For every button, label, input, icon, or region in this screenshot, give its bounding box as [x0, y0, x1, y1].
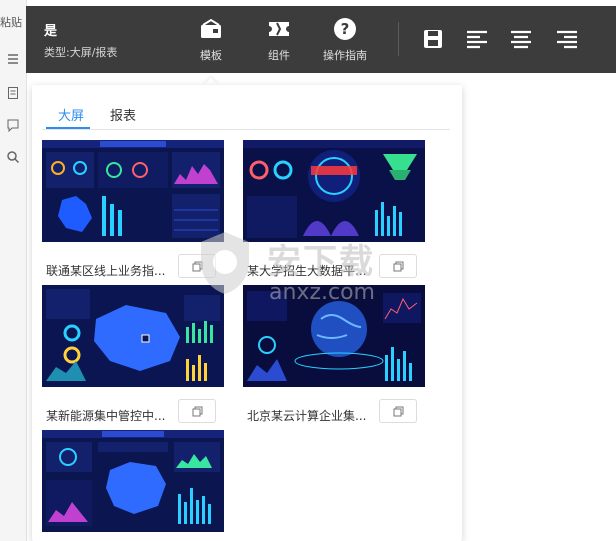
guide-button-label: 操作指南 [323, 49, 367, 62]
copy-icon [393, 261, 404, 272]
template-card[interactable]: 某大学招生大数据平... [243, 140, 425, 278]
align-left-icon[interactable] [466, 28, 488, 50]
component-icon [269, 22, 289, 36]
copy-button[interactable] [379, 399, 417, 423]
copy-icon [192, 261, 203, 272]
align-right-icon[interactable] [556, 28, 578, 50]
canvas-area[interactable] [462, 73, 616, 541]
tab-report[interactable]: 报表 [110, 105, 136, 124]
top-toolbar: 是 类型:大屏/报表 模板 组件 ? 操作指南 [26, 6, 616, 73]
copy-button[interactable] [178, 254, 216, 278]
template-card[interactable]: 联通某区线上业务指... [42, 140, 224, 278]
component-button[interactable]: 组件 [249, 16, 309, 63]
copy-icon [393, 406, 404, 417]
template-title: 某新能源集中管控中... [46, 409, 166, 423]
page-title: 是 [44, 24, 58, 39]
template-card[interactable] [42, 430, 224, 532]
template-panel: 大屏 报表 联通某区线上业务指... 某大学招生大数据平... 某新能源集中管控… [32, 85, 462, 541]
template-thumbnail[interactable] [42, 430, 224, 532]
template-card[interactable]: 北京某云计算企业集... [243, 285, 425, 423]
template-tabs: 大屏 报表 [42, 105, 450, 130]
template-thumbnail[interactable] [42, 285, 224, 387]
help-icon: ? [334, 18, 356, 40]
copy-icon [192, 406, 203, 417]
left-tool-strip: 粘贴 [0, 0, 27, 541]
active-tab-indicator [46, 127, 90, 129]
template-title: 北京某云计算企业集... [247, 409, 367, 423]
guide-button[interactable]: ? 操作指南 [315, 16, 375, 63]
toolbar-divider [398, 22, 399, 56]
comment-icon[interactable] [6, 118, 20, 132]
tab-dashboard[interactable]: 大屏 [58, 105, 84, 124]
template-button[interactable]: 模板 [181, 16, 241, 63]
template-thumbnail[interactable] [243, 285, 425, 387]
list-icon[interactable] [6, 52, 20, 66]
template-thumbnail[interactable] [42, 140, 224, 242]
template-icon [201, 18, 221, 38]
page-type-label: 类型:大屏/报表 [44, 46, 118, 59]
template-title: 某大学招生大数据平... [247, 264, 367, 278]
save-icon[interactable] [422, 28, 444, 50]
template-button-label: 模板 [200, 49, 222, 62]
template-card[interactable]: 某新能源集中管控中... [42, 285, 224, 423]
align-center-icon[interactable] [510, 28, 532, 50]
copy-button[interactable] [379, 254, 417, 278]
zoom-icon[interactable] [6, 150, 20, 164]
template-title: 联通某区线上业务指... [46, 264, 166, 278]
component-button-label: 组件 [268, 49, 290, 62]
copy-button[interactable] [178, 399, 216, 423]
svg-text:?: ? [341, 20, 350, 38]
template-thumbnail[interactable] [243, 140, 425, 242]
doc-icon[interactable] [6, 86, 20, 100]
paste-label[interactable]: 粘贴 [0, 14, 22, 30]
